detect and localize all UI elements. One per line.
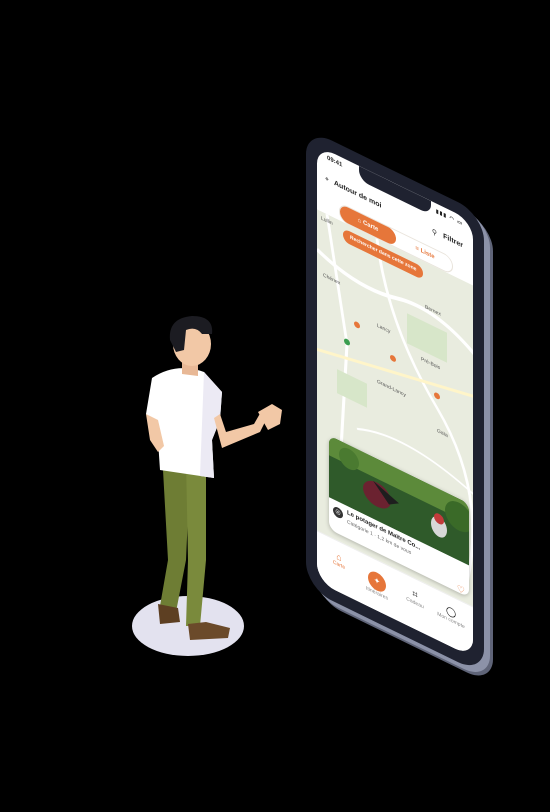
- volume-down-button: [487, 366, 490, 392]
- category-icon: ◎: [333, 505, 343, 521]
- phone-mockup: 09:41 ▮▮▮ ◠ ▭ ⌖ Autour de moi ⚲ Filtrer …: [306, 128, 490, 675]
- map-view-label: Carte: [362, 219, 379, 234]
- right-arm: [214, 410, 268, 448]
- status-time: 09:41: [327, 155, 343, 169]
- filter-button[interactable]: Filtrer: [443, 233, 463, 250]
- filter-icon[interactable]: ⚲: [432, 227, 437, 238]
- volume-up-button: [487, 336, 490, 362]
- list-view-label: Liste: [420, 247, 435, 261]
- illustration-scene: 09:41 ▮▮▮ ◠ ▭ ⌖ Autour de moi ⚲ Filtrer …: [0, 0, 550, 812]
- tab-cadeau[interactable]: ⌗ Cadeau: [397, 580, 433, 615]
- left-leg: [160, 452, 190, 612]
- tab-itineraires[interactable]: ✦ Itinéraires: [359, 562, 395, 606]
- tab-carte[interactable]: ⌂ Carte: [321, 543, 357, 577]
- location-pin-icon[interactable]: ⌖: [325, 175, 329, 185]
- tab-mon-compte[interactable]: ◯ Mon compte: [433, 598, 469, 633]
- phone-screen: 09:41 ▮▮▮ ◠ ▭ ⌖ Autour de moi ⚲ Filtrer …: [317, 145, 473, 658]
